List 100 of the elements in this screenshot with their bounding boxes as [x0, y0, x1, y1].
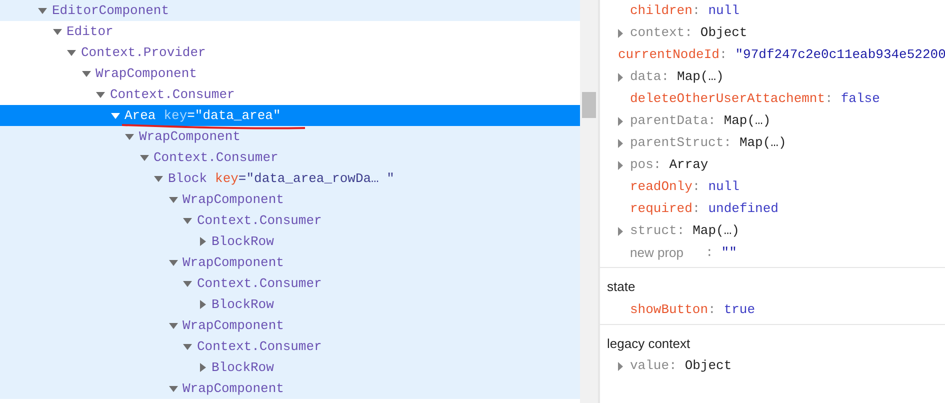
prop-separator: :	[692, 200, 700, 218]
component-name: Context.Consumer	[197, 338, 322, 354]
expanded-triangle-icon[interactable]	[52, 28, 62, 34]
key-value: ="data_area_rowDa… "	[238, 170, 394, 186]
prop-value: Map(…)	[724, 112, 771, 130]
tree-row[interactable]: Context.Consumer	[0, 336, 580, 357]
scrollbar-thumb[interactable]	[582, 92, 596, 118]
expanded-triangle-icon[interactable]	[168, 386, 178, 392]
tree-row[interactable]: BlockRow	[0, 231, 580, 252]
component-name: Area	[124, 108, 156, 124]
tree-row[interactable]: BlockRow	[0, 294, 580, 315]
expanded-triangle-icon[interactable]	[168, 260, 178, 266]
prop-value: Map(…)	[677, 68, 724, 86]
prop-value: null	[708, 178, 740, 196]
prop-name: value	[630, 357, 670, 376]
prop-value: ""	[721, 244, 737, 262]
expanded-triangle-icon[interactable]	[140, 154, 148, 160]
prop-separator: :	[708, 300, 716, 319]
collapsed-triangle-icon[interactable]	[618, 138, 623, 148]
collapsed-triangle-icon[interactable]	[200, 237, 206, 246]
expanded-triangle-icon[interactable]	[183, 218, 192, 224]
component-name: Context.Consumer	[197, 276, 322, 292]
prop-separator: :	[724, 134, 732, 152]
prop-name: context	[630, 24, 685, 42]
prop-name: data	[630, 68, 662, 86]
prop-value: Object	[684, 357, 732, 376]
component-name: BlockRow	[212, 234, 274, 250]
expanded-triangle-icon[interactable]	[96, 92, 105, 98]
component-name: WrapComponent	[139, 128, 240, 144]
tree-row[interactable]: WrapComponent	[0, 252, 580, 273]
prop-value: Object	[700, 24, 748, 42]
prop-name: parentData	[630, 112, 708, 130]
prop-value: "97df247c2e0c11eab934e52200	[735, 46, 945, 64]
collapsed-triangle-icon[interactable]	[618, 362, 623, 370]
prop-value: undefined	[708, 200, 778, 218]
tree-row[interactable]: EditorComponent	[0, 0, 580, 21]
tree-row[interactable]: WrapComponent	[0, 126, 580, 147]
expanded-triangle-icon[interactable]	[110, 112, 120, 118]
prop-value: true	[724, 300, 756, 319]
prop-separator: :	[653, 156, 662, 174]
component-name: Context.Provider	[81, 44, 206, 60]
tree-row[interactable]: Context.Consumer	[0, 273, 580, 294]
collapsed-triangle-icon[interactable]	[200, 300, 206, 309]
prop-separator: :	[708, 112, 716, 130]
prop-name: pos	[630, 156, 654, 174]
expanded-triangle-icon[interactable]	[168, 196, 178, 202]
prop-separator: :	[669, 357, 677, 376]
prop-separator: :	[661, 68, 670, 86]
expanded-triangle-icon[interactable]	[125, 134, 134, 140]
tree-row[interactable]: Block key="data_area_rowDa… "	[0, 168, 580, 189]
collapsed-triangle-icon[interactable]	[618, 226, 623, 236]
prop-separator: :	[684, 24, 692, 42]
collapsed-triangle-icon[interactable]	[618, 72, 623, 82]
prop-separator: :	[705, 244, 714, 262]
prop-value: false	[840, 90, 880, 108]
tree-row[interactable]: WrapComponent	[0, 315, 580, 336]
prop-value: Map(…)	[692, 222, 740, 240]
section-heading: legacy context	[606, 334, 692, 353]
prop-name: struct	[630, 222, 677, 240]
component-name: Context.Consumer	[154, 150, 278, 166]
prop-name: readOnly	[630, 178, 692, 196]
expanded-triangle-icon[interactable]	[67, 50, 76, 56]
component-name: BlockRow	[212, 360, 274, 376]
collapsed-triangle-icon[interactable]	[200, 363, 206, 372]
expanded-triangle-icon[interactable]	[183, 344, 192, 350]
collapsed-triangle-icon[interactable]	[618, 160, 623, 170]
prop-name: parentStruct	[630, 134, 724, 152]
tree-row[interactable]: Context.Consumer	[0, 210, 580, 231]
prop-value: Map(…)	[739, 134, 786, 152]
component-name: Block	[168, 170, 208, 186]
component-name: BlockRow	[212, 296, 274, 312]
expanded-triangle-icon[interactable]	[183, 280, 192, 286]
prop-name: required	[630, 200, 692, 218]
prop-separator: :	[692, 178, 700, 196]
component-name: Editor	[66, 24, 114, 40]
collapsed-triangle-icon[interactable]	[618, 28, 623, 38]
expanded-triangle-icon[interactable]	[168, 322, 178, 328]
tree-row[interactable]: Area key="data_area"	[0, 105, 580, 126]
component-name: WrapComponent	[182, 254, 284, 270]
prop-name: showButton	[630, 300, 708, 319]
tree-row[interactable]: WrapComponent	[0, 189, 580, 210]
expanded-triangle-icon[interactable]	[82, 70, 90, 76]
key-value: ="data_area"	[187, 108, 281, 124]
tree-row[interactable]: WrapComponent	[0, 378, 580, 399]
collapsed-triangle-icon[interactable]	[618, 116, 623, 126]
component-name: Context.Consumer	[110, 86, 235, 102]
key-attribute: key	[215, 170, 238, 186]
prop-name: children	[630, 2, 692, 20]
prop-separator: :	[719, 46, 728, 64]
prop-separator: :	[676, 222, 685, 240]
tree-row[interactable]: Context.Consumer	[0, 147, 580, 168]
expanded-triangle-icon[interactable]	[38, 8, 47, 14]
expanded-triangle-icon[interactable]	[154, 176, 163, 182]
key-attribute: key	[164, 108, 188, 124]
prop-name: currentNodeId	[618, 46, 720, 64]
prop-name: deleteOtherUserAttachemnt	[630, 90, 826, 108]
prop-name: new prop	[630, 244, 684, 262]
component-name: EditorComponent	[52, 2, 170, 18]
tree-row[interactable]: BlockRow	[0, 357, 580, 378]
prop-separator: :	[692, 2, 700, 20]
